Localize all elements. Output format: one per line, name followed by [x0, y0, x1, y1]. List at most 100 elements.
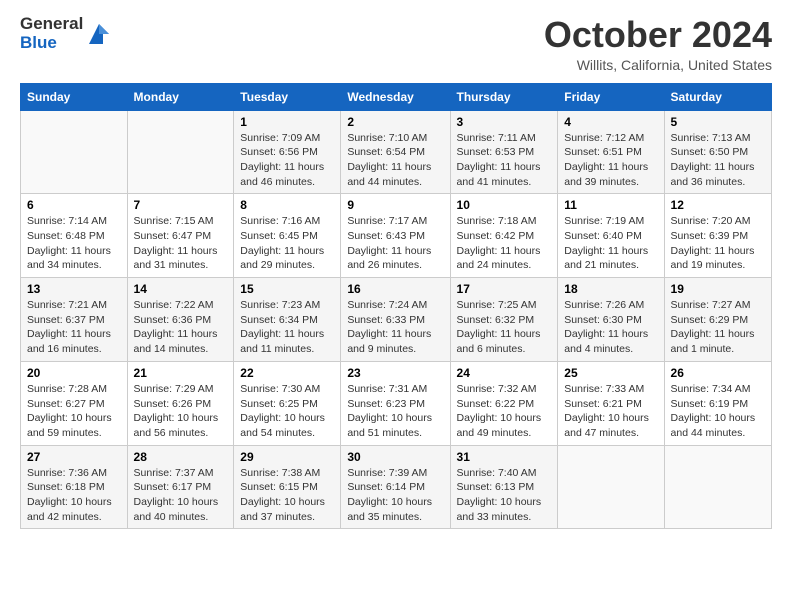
day-number: 6	[27, 198, 121, 212]
day-info: Sunrise: 7:13 AM Sunset: 6:50 PM Dayligh…	[671, 131, 765, 190]
day-number: 10	[457, 198, 552, 212]
day-number: 26	[671, 366, 765, 380]
day-number: 4	[564, 115, 657, 129]
day-header-wednesday: Wednesday	[341, 83, 450, 110]
calendar-cell: 13 Sunrise: 7:21 AM Sunset: 6:37 PM Dayli…	[21, 278, 128, 362]
calendar-cell: 20 Sunrise: 7:28 AM Sunset: 6:27 PM Dayli…	[21, 361, 128, 445]
calendar-cell: 28 Sunrise: 7:37 AM Sunset: 6:17 PM Dayli…	[127, 445, 234, 529]
day-number: 22	[240, 366, 334, 380]
day-info: Sunrise: 7:21 AM Sunset: 6:37 PM Dayligh…	[27, 298, 121, 357]
calendar-cell	[127, 110, 234, 194]
title-block: October 2024 Willits, California, United…	[544, 15, 772, 73]
day-info: Sunrise: 7:25 AM Sunset: 6:32 PM Dayligh…	[457, 298, 552, 357]
header-row: SundayMondayTuesdayWednesdayThursdayFrid…	[21, 83, 772, 110]
day-number: 24	[457, 366, 552, 380]
location: Willits, California, United States	[544, 57, 772, 73]
day-number: 21	[134, 366, 228, 380]
day-number: 8	[240, 198, 334, 212]
week-row-2: 6Sunrise: 7:14 AM Sunset: 6:48 PM Daylig…	[21, 194, 772, 278]
calendar-cell: 17Sunrise: 7:25 AM Sunset: 6:32 PM Dayli…	[450, 278, 558, 362]
calendar-cell: 1 Sunrise: 7:09 AM Sunset: 6:56 PM Daylig…	[234, 110, 341, 194]
day-number: 23	[347, 366, 443, 380]
day-header-saturday: Saturday	[664, 83, 771, 110]
day-number: 29	[240, 450, 334, 464]
day-info: Sunrise: 7:29 AM Sunset: 6:26 PM Dayligh…	[134, 382, 228, 441]
day-number: 31	[457, 450, 552, 464]
day-info: Sunrise: 7:22 AM Sunset: 6:36 PM Dayligh…	[134, 298, 228, 357]
calendar-cell: 14 Sunrise: 7:22 AM Sunset: 6:36 PM Dayli…	[127, 278, 234, 362]
day-info: Sunrise: 7:11 AM Sunset: 6:53 PM Dayligh…	[457, 131, 552, 190]
day-info: Sunrise: 7:09 AM Sunset: 6:56 PM Dayligh…	[240, 131, 334, 190]
day-info: Sunrise: 7:40 AM Sunset: 6:13 PM Dayligh…	[457, 466, 552, 525]
calendar-cell: 2 Sunrise: 7:10 AM Sunset: 6:54 PM Daylig…	[341, 110, 450, 194]
week-row-4: 20 Sunrise: 7:28 AM Sunset: 6:27 PM Dayli…	[21, 361, 772, 445]
calendar-cell: 5 Sunrise: 7:13 AM Sunset: 6:50 PM Daylig…	[664, 110, 771, 194]
calendar-cell: 29 Sunrise: 7:38 AM Sunset: 6:15 PM Dayli…	[234, 445, 341, 529]
day-number: 25	[564, 366, 657, 380]
day-info: Sunrise: 7:39 AM Sunset: 6:14 PM Dayligh…	[347, 466, 443, 525]
calendar-cell: 12Sunrise: 7:20 AM Sunset: 6:39 PM Dayli…	[664, 194, 771, 278]
calendar-cell: 31 Sunrise: 7:40 AM Sunset: 6:13 PM Dayli…	[450, 445, 558, 529]
week-row-5: 27Sunrise: 7:36 AM Sunset: 6:18 PM Dayli…	[21, 445, 772, 529]
calendar-cell: 3Sunrise: 7:11 AM Sunset: 6:53 PM Daylig…	[450, 110, 558, 194]
calendar-cell: 9 Sunrise: 7:17 AM Sunset: 6:43 PM Daylig…	[341, 194, 450, 278]
day-info: Sunrise: 7:33 AM Sunset: 6:21 PM Dayligh…	[564, 382, 657, 441]
day-info: Sunrise: 7:32 AM Sunset: 6:22 PM Dayligh…	[457, 382, 552, 441]
day-number: 27	[27, 450, 121, 464]
day-number: 16	[347, 282, 443, 296]
day-info: Sunrise: 7:10 AM Sunset: 6:54 PM Dayligh…	[347, 131, 443, 190]
day-info: Sunrise: 7:27 AM Sunset: 6:29 PM Dayligh…	[671, 298, 765, 357]
calendar-cell: 25 Sunrise: 7:33 AM Sunset: 6:21 PM Dayli…	[558, 361, 664, 445]
day-info: Sunrise: 7:23 AM Sunset: 6:34 PM Dayligh…	[240, 298, 334, 357]
day-header-tuesday: Tuesday	[234, 83, 341, 110]
calendar-cell: 26 Sunrise: 7:34 AM Sunset: 6:19 PM Dayli…	[664, 361, 771, 445]
calendar-cell: 30Sunrise: 7:39 AM Sunset: 6:14 PM Dayli…	[341, 445, 450, 529]
day-number: 9	[347, 198, 443, 212]
calendar-cell	[558, 445, 664, 529]
day-info: Sunrise: 7:24 AM Sunset: 6:33 PM Dayligh…	[347, 298, 443, 357]
day-number: 15	[240, 282, 334, 296]
logo-general: General	[20, 15, 83, 34]
day-number: 5	[671, 115, 765, 129]
calendar-cell: 22 Sunrise: 7:30 AM Sunset: 6:25 PM Dayli…	[234, 361, 341, 445]
day-info: Sunrise: 7:37 AM Sunset: 6:17 PM Dayligh…	[134, 466, 228, 525]
day-info: Sunrise: 7:26 AM Sunset: 6:30 PM Dayligh…	[564, 298, 657, 357]
calendar-cell: 24 Sunrise: 7:32 AM Sunset: 6:22 PM Dayli…	[450, 361, 558, 445]
day-number: 20	[27, 366, 121, 380]
calendar-cell: 4Sunrise: 7:12 AM Sunset: 6:51 PM Daylig…	[558, 110, 664, 194]
day-info: Sunrise: 7:28 AM Sunset: 6:27 PM Dayligh…	[27, 382, 121, 441]
calendar-cell	[664, 445, 771, 529]
calendar-page: General Blue October 2024 Willits, Calif…	[0, 0, 792, 549]
day-number: 1	[240, 115, 334, 129]
calendar-cell: 19 Sunrise: 7:27 AM Sunset: 6:29 PM Dayli…	[664, 278, 771, 362]
calendar-cell: 21 Sunrise: 7:29 AM Sunset: 6:26 PM Dayli…	[127, 361, 234, 445]
calendar-cell: 10Sunrise: 7:18 AM Sunset: 6:42 PM Dayli…	[450, 194, 558, 278]
calendar-cell: 16 Sunrise: 7:24 AM Sunset: 6:33 PM Dayli…	[341, 278, 450, 362]
day-info: Sunrise: 7:17 AM Sunset: 6:43 PM Dayligh…	[347, 214, 443, 273]
day-info: Sunrise: 7:34 AM Sunset: 6:19 PM Dayligh…	[671, 382, 765, 441]
day-number: 7	[134, 198, 228, 212]
day-number: 2	[347, 115, 443, 129]
week-row-3: 13 Sunrise: 7:21 AM Sunset: 6:37 PM Dayli…	[21, 278, 772, 362]
day-header-thursday: Thursday	[450, 83, 558, 110]
day-number: 12	[671, 198, 765, 212]
header: General Blue October 2024 Willits, Calif…	[20, 15, 772, 73]
day-number: 13	[27, 282, 121, 296]
day-number: 28	[134, 450, 228, 464]
day-header-sunday: Sunday	[21, 83, 128, 110]
day-number: 14	[134, 282, 228, 296]
calendar-cell: 15 Sunrise: 7:23 AM Sunset: 6:34 PM Dayli…	[234, 278, 341, 362]
calendar-table: SundayMondayTuesdayWednesdayThursdayFrid…	[20, 83, 772, 530]
day-info: Sunrise: 7:15 AM Sunset: 6:47 PM Dayligh…	[134, 214, 228, 273]
calendar-cell: 11Sunrise: 7:19 AM Sunset: 6:40 PM Dayli…	[558, 194, 664, 278]
day-header-monday: Monday	[127, 83, 234, 110]
day-info: Sunrise: 7:16 AM Sunset: 6:45 PM Dayligh…	[240, 214, 334, 273]
calendar-cell: 7 Sunrise: 7:15 AM Sunset: 6:47 PM Daylig…	[127, 194, 234, 278]
month-title: October 2024	[544, 15, 772, 55]
calendar-cell: 23Sunrise: 7:31 AM Sunset: 6:23 PM Dayli…	[341, 361, 450, 445]
day-info: Sunrise: 7:38 AM Sunset: 6:15 PM Dayligh…	[240, 466, 334, 525]
day-info: Sunrise: 7:19 AM Sunset: 6:40 PM Dayligh…	[564, 214, 657, 273]
day-number: 19	[671, 282, 765, 296]
logo-icon	[85, 20, 113, 48]
day-info: Sunrise: 7:30 AM Sunset: 6:25 PM Dayligh…	[240, 382, 334, 441]
